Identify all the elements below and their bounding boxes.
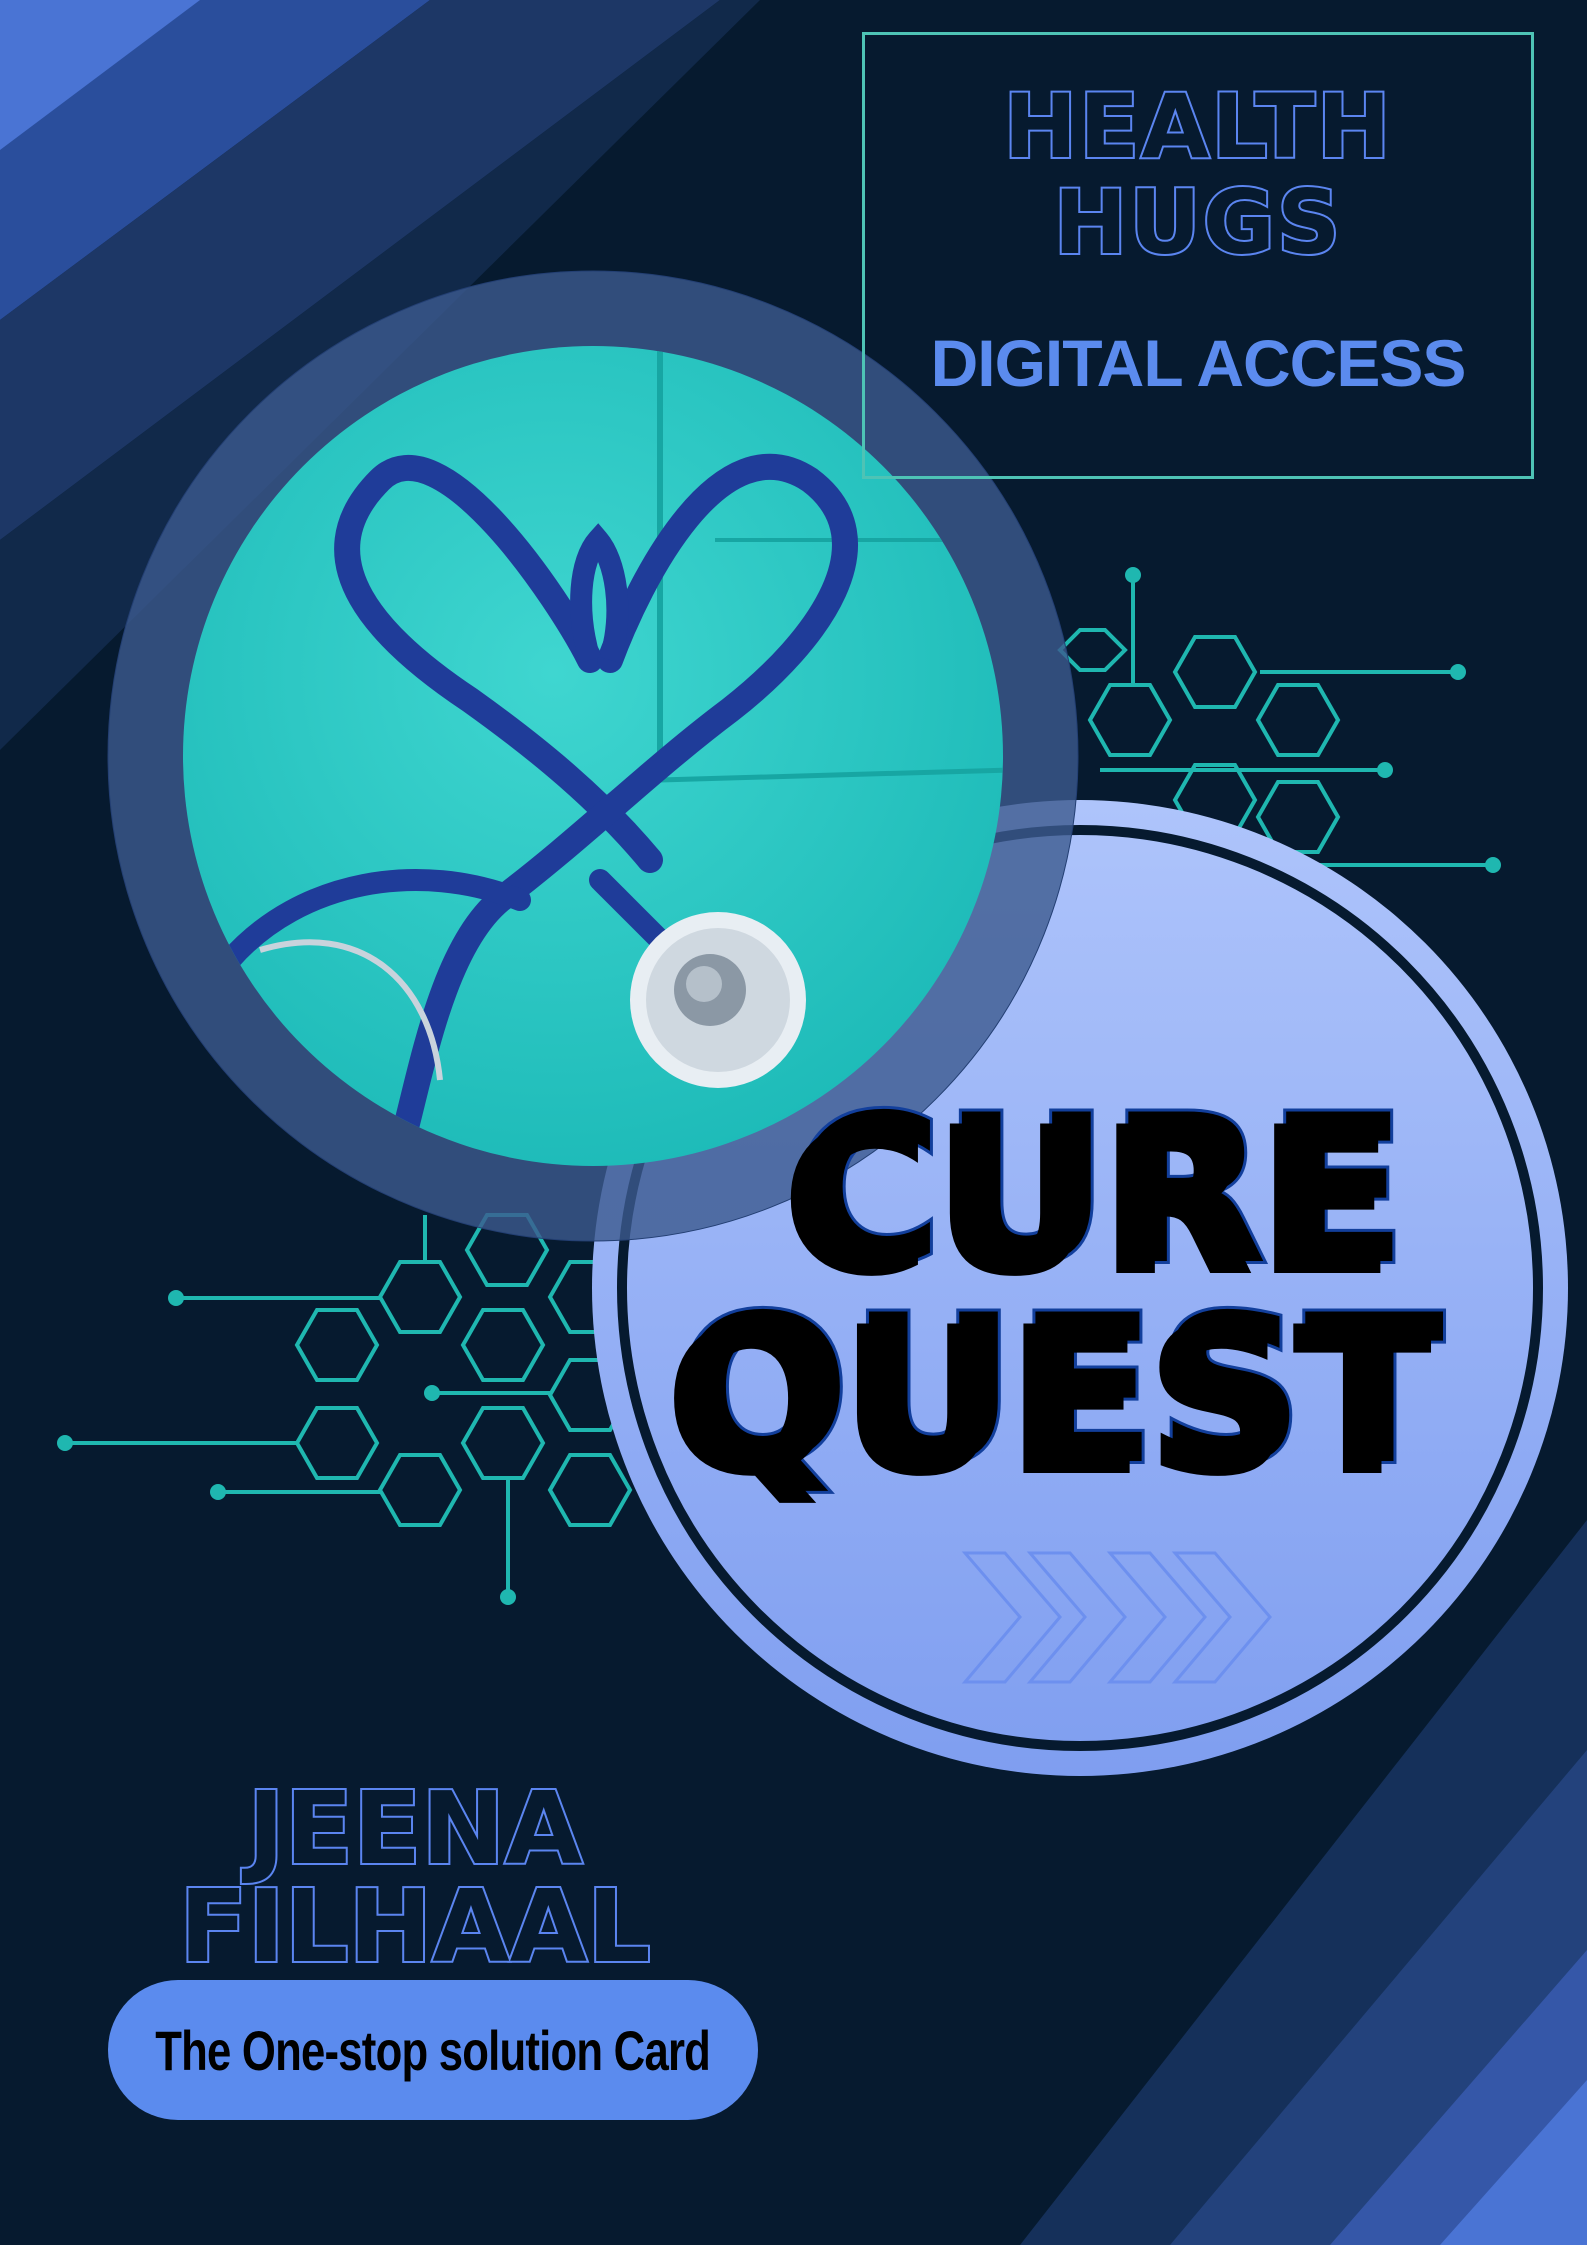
- tagline-pill: The One-stop solution Card: [108, 1980, 758, 2120]
- brand-name: JEENA FILHAAL: [150, 1777, 680, 1979]
- brand-name-line-2: FILHAAL: [177, 1868, 652, 1985]
- digital-access-label: DIGITAL ACCESS: [930, 326, 1467, 400]
- poster: HEALTH HUGS DIGITAL ACCESS CURE QUEST JE…: [0, 0, 1587, 2245]
- health-hugs-box: HEALTH HUGS DIGITAL ACCESS: [862, 32, 1534, 479]
- health-hugs-line-2: HUGS: [1052, 171, 1343, 274]
- tagline-label: The One-stop solution Card: [155, 2018, 712, 2082]
- cure-line: CURE: [790, 1072, 1411, 1310]
- quest-line: QUEST: [673, 1272, 1447, 1510]
- health-hugs-title: HEALTH HUGS: [865, 77, 1531, 274]
- cure-quest-title: CURE QUEST: [673, 1072, 1520, 1506]
- health-hugs-line-1: HEALTH: [1001, 75, 1393, 178]
